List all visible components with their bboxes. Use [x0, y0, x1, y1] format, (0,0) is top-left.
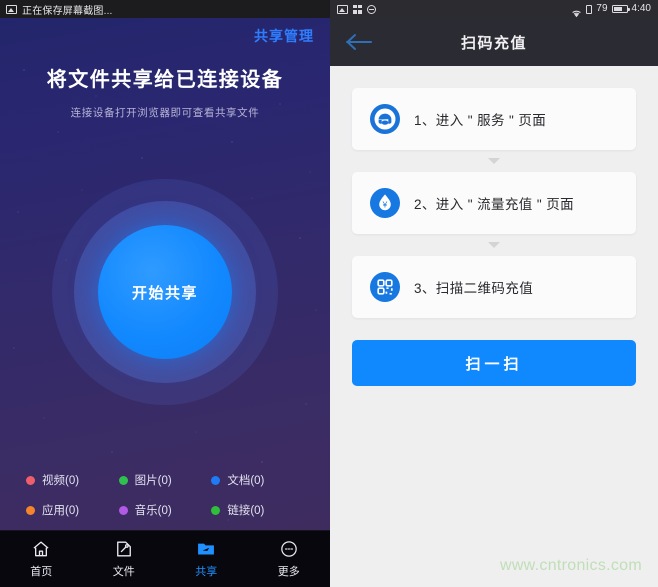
clock-time: 4:40	[631, 3, 651, 14]
legend-item[interactable]: 视频(0)	[26, 472, 119, 488]
step-text: 1、进入 " 服务 " 页面	[414, 113, 547, 128]
start-share-button[interactable]: 开始共享	[98, 225, 232, 359]
tab-label: 文件	[112, 566, 135, 578]
more-icon	[278, 539, 300, 559]
tab-home[interactable]: 首页	[0, 531, 83, 587]
start-share-label: 开始共享	[131, 284, 198, 302]
legend-label: 应用(0)	[42, 505, 80, 517]
watermark: www.cntronics.com	[499, 557, 642, 574]
tab-more[interactable]: 更多	[248, 531, 331, 587]
status-left-icons	[337, 4, 376, 14]
step-separator-arrow	[352, 150, 636, 172]
app-dot-icon	[26, 505, 35, 515]
water-drop-yuan-icon: ¥	[370, 188, 400, 218]
step-text: 2、进入 " 流量充值 " 页面	[414, 197, 574, 212]
hero-subtitle: 连接设备打开浏览器即可查看共享文件	[70, 107, 260, 119]
legend-label: 文档(0)	[227, 475, 265, 487]
grid-icon	[353, 4, 362, 14]
sim-icon	[586, 4, 593, 14]
link-dot-icon	[211, 505, 221, 515]
step-card[interactable]: ¥2、进入 " 流量充值 " 页面	[352, 172, 636, 234]
chevron-down-icon	[488, 158, 500, 164]
right-status-bar: 79 4:40	[330, 0, 658, 18]
tab-label: 首页	[30, 566, 53, 578]
back-arrow-icon[interactable]	[344, 31, 374, 53]
photo-icon	[6, 4, 17, 14]
hero-section: 将文件共享给已连接设备 连接设备打开浏览器即可查看共享文件	[0, 18, 330, 120]
bottom-tab-bar: 首页 文件 共享 更多	[0, 530, 330, 587]
right-navbar: 扫码充值	[330, 18, 658, 66]
recharge-steps: 1、进入 " 服务 " 页面 ¥2、进入 " 流量充值 " 页面 3、扫描二维码充值	[330, 66, 658, 318]
folder-share-icon	[195, 539, 217, 559]
legend-label: 图片(0)	[134, 475, 172, 487]
wifi-icon	[571, 5, 582, 17]
photo-icon	[337, 4, 348, 14]
status-right-icons: 79 4:40	[571, 3, 651, 17]
chevron-down-icon	[488, 242, 500, 248]
legend-item[interactable]: 链接(0)	[211, 502, 304, 518]
status-bar-text: 正在保存屏幕截图...	[22, 5, 113, 17]
battery-icon	[611, 5, 630, 13]
legend-item[interactable]: 音乐(0)	[118, 502, 212, 518]
right-phone-screen: 79 4:40 扫码充值 1、进入 " 服务 " 页面 ¥2、进入 " 流量充值 …	[330, 0, 658, 587]
step-card[interactable]: 3、扫描二维码充值	[352, 256, 636, 318]
image-dot-icon	[118, 475, 128, 485]
clock-icon	[367, 4, 376, 14]
step-separator-arrow	[352, 234, 636, 256]
document-dot-icon	[211, 475, 221, 485]
video-dot-icon	[26, 475, 35, 485]
svg-text:¥: ¥	[382, 199, 388, 209]
scan-button[interactable]: 扫一扫	[352, 340, 636, 386]
legend-label: 音乐(0)	[134, 505, 172, 517]
legend-item[interactable]: 应用(0)	[26, 502, 119, 518]
file-category-legend: 视频(0) 图片(0) 文档(0) 应用(0) 音乐(0) 链接(0)	[0, 472, 330, 518]
tab-label: 更多	[277, 566, 300, 578]
legend-label: 链接(0)	[227, 505, 265, 517]
page-title: 扫码充值	[460, 34, 527, 52]
step-text: 3、扫描二维码充值	[414, 281, 534, 296]
step-card[interactable]: 1、进入 " 服务 " 页面	[352, 88, 636, 150]
tab-folder-share[interactable]: 共享	[165, 531, 248, 587]
music-dot-icon	[118, 505, 128, 515]
tab-label: 共享	[195, 566, 218, 578]
tab-file[interactable]: 文件	[83, 531, 166, 587]
start-share-orb[interactable]: 开始共享	[50, 177, 280, 407]
hero-title: 将文件共享给已连接设备	[46, 69, 284, 91]
home-icon	[30, 539, 52, 559]
left-status-bar: 正在保存屏幕截图...	[0, 0, 330, 18]
qr-code-icon	[370, 272, 400, 302]
legend-item[interactable]: 文档(0)	[211, 472, 304, 488]
legend-item[interactable]: 图片(0)	[118, 472, 212, 488]
headset-icon	[370, 104, 400, 134]
legend-label: 视频(0)	[42, 475, 80, 487]
left-phone-screen: 正在保存屏幕截图... 共享管理 将文件共享给已连接设备 连接设备打开浏览器即可…	[0, 0, 330, 587]
file-icon	[113, 539, 135, 559]
battery-level-text: 79	[596, 3, 608, 14]
screenshot-stage: 正在保存屏幕截图... 共享管理 将文件共享给已连接设备 连接设备打开浏览器即可…	[0, 0, 658, 587]
